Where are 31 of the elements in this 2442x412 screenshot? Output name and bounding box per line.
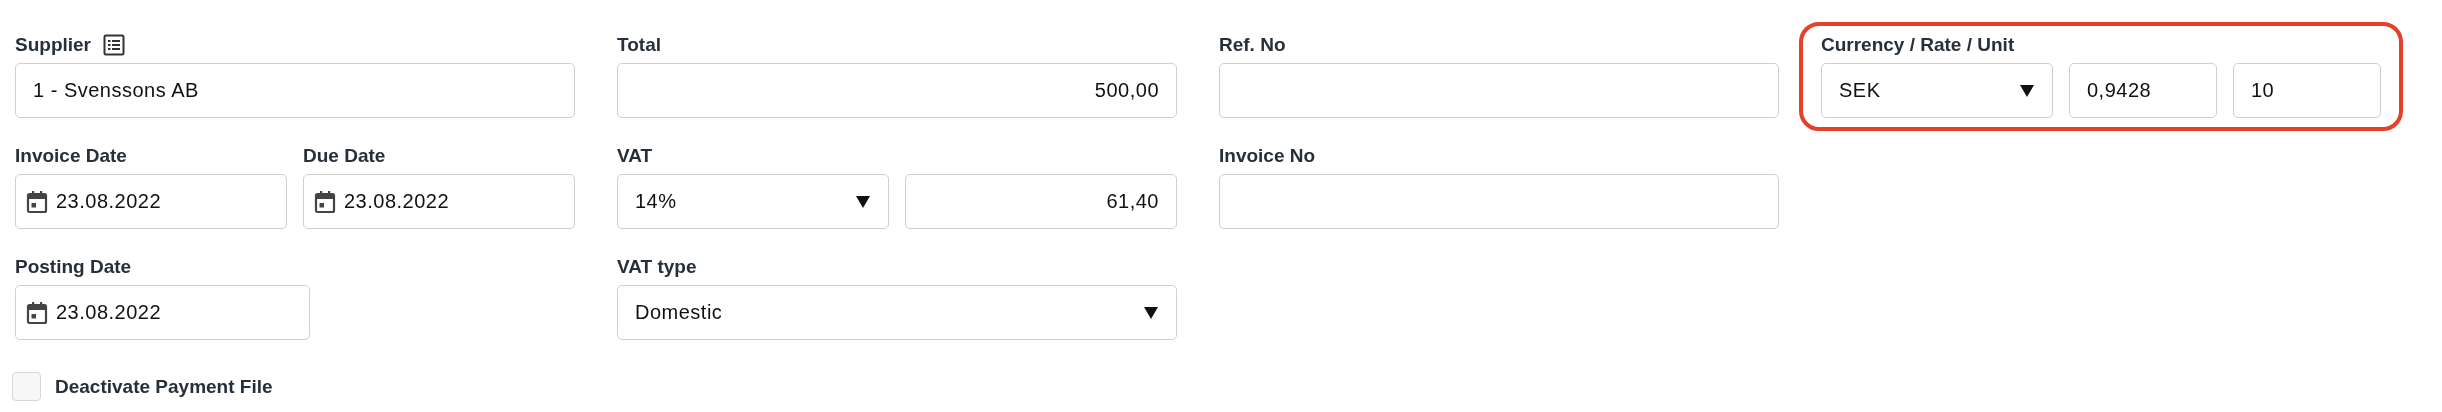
dropdown[interactable]: Domestic	[617, 285, 1177, 340]
input-field[interactable]: 61,40	[905, 174, 1177, 229]
checkbox-label: Deactivate Payment File	[55, 375, 273, 398]
input-field[interactable]	[1219, 63, 1779, 118]
calendar-icon	[26, 300, 48, 325]
calendar-icon	[314, 189, 336, 214]
date-field[interactable]: 23.08.2022	[15, 285, 310, 340]
dropdown[interactable]: 14%	[617, 174, 889, 229]
date-field[interactable]: 23.08.2022	[15, 174, 287, 229]
field-label: Posting Date	[15, 256, 132, 278]
input-field[interactable]: 1 - Svenssons AB	[15, 63, 575, 118]
input-field[interactable]: 0,9428	[2069, 63, 2217, 118]
field-label: VAT type	[617, 256, 697, 278]
field-label: Invoice No	[1219, 145, 1316, 167]
date-field[interactable]: 23.08.2022	[303, 174, 575, 229]
caret-icon	[2019, 83, 2035, 98]
field-label: Total	[617, 34, 661, 56]
caret-icon	[1143, 305, 1159, 320]
input-field[interactable]: 10	[2233, 63, 2381, 118]
calendar-icon	[26, 189, 48, 214]
field-label: Due Date	[303, 145, 386, 167]
field-label: VAT	[617, 145, 653, 167]
field-label: Currency / Rate / Unit	[1821, 34, 2015, 56]
checkbox[interactable]	[12, 372, 41, 401]
field-label: Ref. No	[1219, 34, 1286, 56]
field-label: Invoice Date	[15, 145, 127, 167]
field-label: Supplier	[15, 34, 91, 56]
input-field[interactable]	[1219, 174, 1779, 229]
caret-icon	[855, 194, 871, 209]
dropdown[interactable]: SEK	[1821, 63, 2053, 118]
input-field[interactable]: 500,00	[617, 63, 1177, 118]
